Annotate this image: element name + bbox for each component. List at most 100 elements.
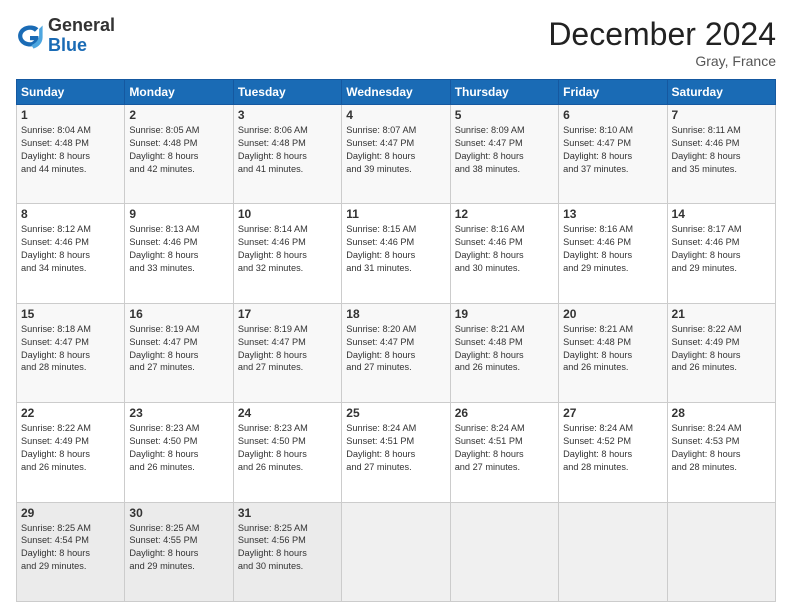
cell-content: Sunrise: 8:20 AMSunset: 4:47 PMDaylight:… (346, 323, 445, 375)
calendar-table: Sunday Monday Tuesday Wednesday Thursday… (16, 79, 776, 602)
cell-content: Sunrise: 8:24 AMSunset: 4:51 PMDaylight:… (346, 422, 445, 474)
cell-content: Sunrise: 8:21 AMSunset: 4:48 PMDaylight:… (455, 323, 554, 375)
day-number: 23 (129, 406, 228, 420)
table-row: 10Sunrise: 8:14 AMSunset: 4:46 PMDayligh… (233, 204, 341, 303)
cell-content: Sunrise: 8:04 AMSunset: 4:48 PMDaylight:… (21, 124, 120, 176)
calendar-week-row: 22 Sunrise: 8:22 AMSunset: 4:49 PMDayligh… (17, 403, 776, 502)
cell-content: Sunrise: 8:05 AMSunset: 4:48 PMDaylight:… (129, 124, 228, 176)
cell-content: Sunrise: 8:18 AMSunset: 4:47 PMDaylight:… (21, 323, 120, 375)
table-row (342, 502, 450, 601)
cell-content: Sunrise: 8:15 AMSunset: 4:46 PMDaylight:… (346, 223, 445, 275)
logo: General Blue (16, 16, 115, 56)
day-number: 22 (21, 406, 120, 420)
table-row: 8Sunrise: 8:12 AMSunset: 4:46 PMDaylight… (17, 204, 125, 303)
cell-content: Sunrise: 8:17 AMSunset: 4:46 PMDaylight:… (672, 223, 771, 275)
table-row: 25 Sunrise: 8:24 AMSunset: 4:51 PMDayligh… (342, 403, 450, 502)
day-number: 6 (563, 108, 662, 122)
day-number: 17 (238, 307, 337, 321)
table-row: 6 Sunrise: 8:10 AMSunset: 4:47 PMDaylight… (559, 105, 667, 204)
table-row (450, 502, 558, 601)
day-number: 7 (672, 108, 771, 122)
table-row: 1 Sunrise: 8:04 AMSunset: 4:48 PMDaylight… (17, 105, 125, 204)
cell-content: Sunrise: 8:25 AMSunset: 4:55 PMDaylight:… (129, 522, 228, 574)
month-title: December 2024 (548, 16, 776, 53)
table-row: 12 Sunrise: 8:16 AMSunset: 4:46 PMDayligh… (450, 204, 558, 303)
table-row (667, 502, 775, 601)
day-number: 31 (238, 506, 337, 520)
cell-content: Sunrise: 8:06 AMSunset: 4:48 PMDaylight:… (238, 124, 337, 176)
table-row: 17 Sunrise: 8:19 AMSunset: 4:47 PMDayligh… (233, 303, 341, 402)
logo-general: General (48, 16, 115, 36)
table-row: 24 Sunrise: 8:23 AMSunset: 4:50 PMDayligh… (233, 403, 341, 502)
table-row: 9 Sunrise: 8:13 AMSunset: 4:46 PMDaylight… (125, 204, 233, 303)
day-number: 5 (455, 108, 554, 122)
day-number: 13 (563, 207, 662, 221)
day-number: 3 (238, 108, 337, 122)
col-tuesday: Tuesday (233, 80, 341, 105)
day-number: 30 (129, 506, 228, 520)
cell-content: Sunrise: 8:25 AMSunset: 4:56 PMDaylight:… (238, 522, 337, 574)
calendar-week-row: 15 Sunrise: 8:18 AMSunset: 4:47 PMDayligh… (17, 303, 776, 402)
table-row: 11 Sunrise: 8:15 AMSunset: 4:46 PMDayligh… (342, 204, 450, 303)
table-row: 21 Sunrise: 8:22 AMSunset: 4:49 PMDayligh… (667, 303, 775, 402)
day-number: 28 (672, 406, 771, 420)
calendar-header-row: Sunday Monday Tuesday Wednesday Thursday… (17, 80, 776, 105)
cell-content: Sunrise: 8:21 AMSunset: 4:48 PMDaylight:… (563, 323, 662, 375)
cell-content: Sunrise: 8:19 AMSunset: 4:47 PMDaylight:… (238, 323, 337, 375)
cell-content: Sunrise: 8:13 AMSunset: 4:46 PMDaylight:… (129, 223, 228, 275)
day-number: 11 (346, 207, 445, 221)
logo-icon (16, 22, 44, 50)
table-row: 28Sunrise: 8:24 AMSunset: 4:53 PMDayligh… (667, 403, 775, 502)
day-number: 29 (21, 506, 120, 520)
table-row: 22 Sunrise: 8:22 AMSunset: 4:49 PMDayligh… (17, 403, 125, 502)
cell-content: Sunrise: 8:12 AMSunset: 4:46 PMDaylight:… (21, 223, 120, 275)
cell-content: Sunrise: 8:10 AMSunset: 4:47 PMDaylight:… (563, 124, 662, 176)
day-number: 20 (563, 307, 662, 321)
day-number: 10 (238, 207, 337, 221)
logo-text: General Blue (48, 16, 115, 56)
table-row: 3 Sunrise: 8:06 AMSunset: 4:48 PMDaylight… (233, 105, 341, 204)
cell-content: Sunrise: 8:11 AMSunset: 4:46 PMDaylight:… (672, 124, 771, 176)
table-row: 27 Sunrise: 8:24 AMSunset: 4:52 PMDayligh… (559, 403, 667, 502)
table-row: 26Sunrise: 8:24 AMSunset: 4:51 PMDayligh… (450, 403, 558, 502)
cell-content: Sunrise: 8:22 AMSunset: 4:49 PMDaylight:… (21, 422, 120, 474)
table-row: 18Sunrise: 8:20 AMSunset: 4:47 PMDayligh… (342, 303, 450, 402)
table-row: 4 Sunrise: 8:07 AMSunset: 4:47 PMDaylight… (342, 105, 450, 204)
cell-content: Sunrise: 8:24 AMSunset: 4:52 PMDaylight:… (563, 422, 662, 474)
table-row: 23Sunrise: 8:23 AMSunset: 4:50 PMDayligh… (125, 403, 233, 502)
calendar-week-row: 29 Sunrise: 8:25 AMSunset: 4:54 PMDayligh… (17, 502, 776, 601)
logo-blue: Blue (48, 36, 115, 56)
cell-content: Sunrise: 8:25 AMSunset: 4:54 PMDaylight:… (21, 522, 120, 574)
col-friday: Friday (559, 80, 667, 105)
cell-content: Sunrise: 8:23 AMSunset: 4:50 PMDaylight:… (238, 422, 337, 474)
table-row: 5 Sunrise: 8:09 AMSunset: 4:47 PMDaylight… (450, 105, 558, 204)
day-number: 25 (346, 406, 445, 420)
cell-content: Sunrise: 8:16 AMSunset: 4:46 PMDaylight:… (563, 223, 662, 275)
day-number: 26 (455, 406, 554, 420)
day-number: 14 (672, 207, 771, 221)
table-row: 14 Sunrise: 8:17 AMSunset: 4:46 PMDayligh… (667, 204, 775, 303)
table-row: 30 Sunrise: 8:25 AMSunset: 4:55 PMDayligh… (125, 502, 233, 601)
table-row: 2 Sunrise: 8:05 AMSunset: 4:48 PMDaylight… (125, 105, 233, 204)
day-number: 1 (21, 108, 120, 122)
day-number: 9 (129, 207, 228, 221)
cell-content: Sunrise: 8:16 AMSunset: 4:46 PMDaylight:… (455, 223, 554, 275)
table-row: 16Sunrise: 8:19 AMSunset: 4:47 PMDayligh… (125, 303, 233, 402)
table-row: 15 Sunrise: 8:18 AMSunset: 4:47 PMDayligh… (17, 303, 125, 402)
cell-content: Sunrise: 8:19 AMSunset: 4:47 PMDaylight:… (129, 323, 228, 375)
col-sunday: Sunday (17, 80, 125, 105)
day-number: 27 (563, 406, 662, 420)
day-number: 21 (672, 307, 771, 321)
day-number: 15 (21, 307, 120, 321)
table-row: 7 Sunrise: 8:11 AMSunset: 4:46 PMDaylight… (667, 105, 775, 204)
day-number: 4 (346, 108, 445, 122)
cell-content: Sunrise: 8:09 AMSunset: 4:47 PMDaylight:… (455, 124, 554, 176)
table-row: 31 Sunrise: 8:25 AMSunset: 4:56 PMDayligh… (233, 502, 341, 601)
cell-content: Sunrise: 8:22 AMSunset: 4:49 PMDaylight:… (672, 323, 771, 375)
day-number: 12 (455, 207, 554, 221)
day-number: 2 (129, 108, 228, 122)
col-wednesday: Wednesday (342, 80, 450, 105)
table-row: 13 Sunrise: 8:16 AMSunset: 4:46 PMDayligh… (559, 204, 667, 303)
cell-content: Sunrise: 8:07 AMSunset: 4:47 PMDaylight:… (346, 124, 445, 176)
day-number: 24 (238, 406, 337, 420)
